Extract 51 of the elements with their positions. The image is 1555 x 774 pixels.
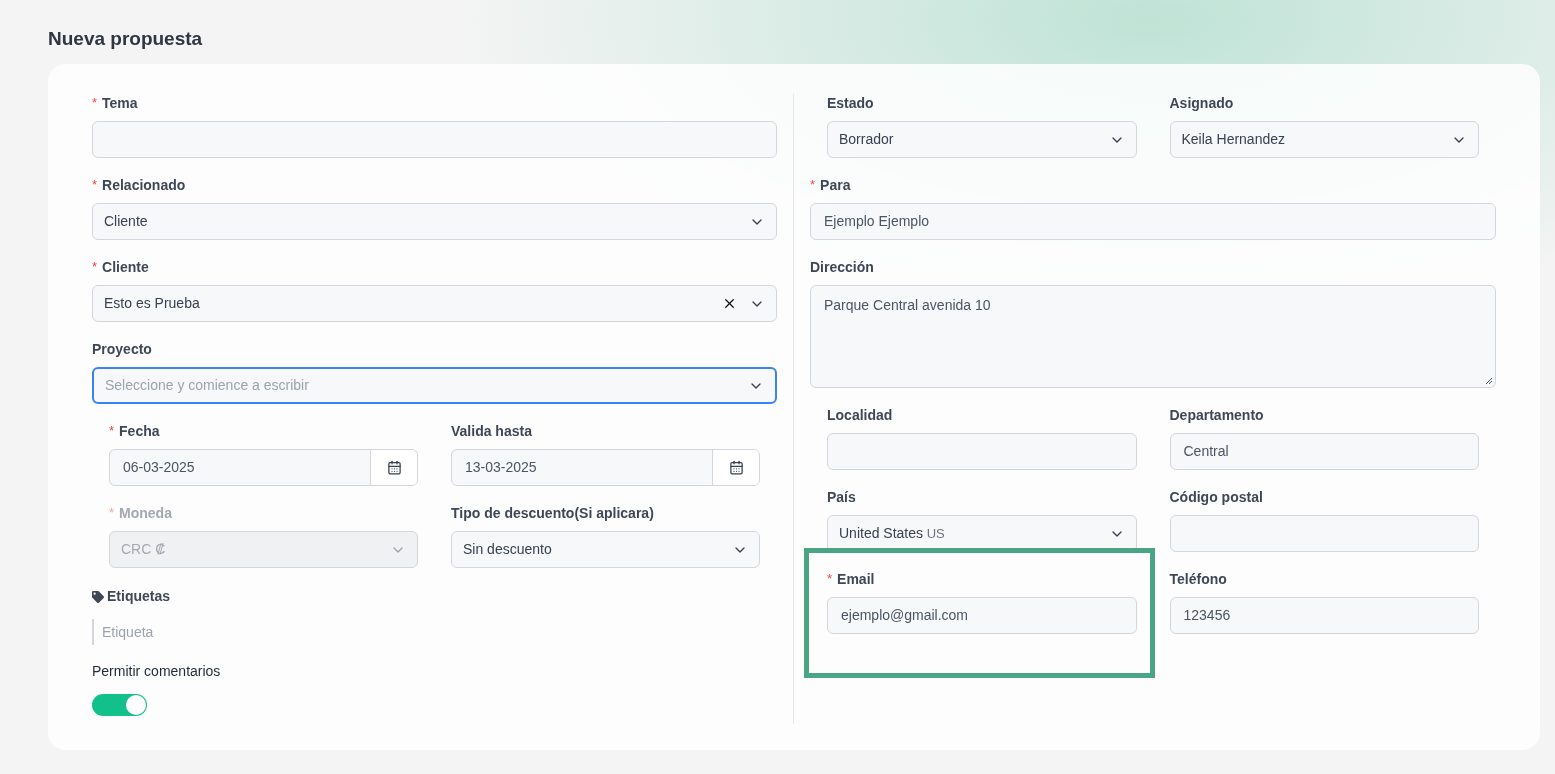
resize-handle-icon[interactable]	[1485, 377, 1493, 385]
field-label: Fecha	[119, 421, 160, 441]
select-dropdown[interactable]: Cliente	[92, 203, 777, 240]
required-asterisk: *	[92, 258, 98, 277]
select-dropdown[interactable]: Sin descuento	[451, 531, 760, 568]
calendar-button[interactable]	[370, 450, 417, 485]
text-input-field[interactable]	[827, 433, 1137, 470]
required-asterisk: *	[92, 94, 98, 113]
required-asterisk: *	[810, 176, 816, 195]
calendar-button[interactable]	[712, 450, 759, 485]
tag-icon	[92, 590, 104, 603]
toggle-switch[interactable]	[92, 694, 147, 716]
field-label: Dirección	[810, 257, 874, 277]
textarea-field[interactable]: Parque Central avenida 10	[810, 285, 1496, 388]
text-input-field[interactable]: ejemplo@gmail.com	[827, 597, 1137, 634]
field-label: Relacionado	[102, 175, 186, 195]
field-label: Estado	[827, 93, 874, 113]
calendar-icon	[386, 460, 402, 475]
required-asterisk: *	[827, 570, 833, 589]
text-input-field[interactable]: Central	[1169, 433, 1479, 470]
required-asterisk: *	[109, 504, 115, 523]
field-label: Moneda	[119, 503, 172, 523]
field-label: País	[827, 487, 856, 507]
text-input-field[interactable]	[1169, 515, 1479, 552]
field-label: Para	[820, 175, 851, 195]
required-asterisk: *	[92, 176, 98, 195]
field-label: Valida hasta	[451, 421, 532, 441]
date-input-field[interactable]: 06-03-2025	[109, 449, 418, 486]
select-dropdown[interactable]: Keila Hernandez	[1169, 121, 1479, 158]
text-input-field[interactable]	[92, 121, 777, 158]
text-input-field[interactable]: 123456	[1169, 597, 1479, 634]
field-label: Email	[837, 569, 875, 589]
field-label: Departamento	[1169, 405, 1264, 425]
field-label: Proyecto	[92, 339, 152, 359]
select-dropdown[interactable]: Esto es Prueba	[92, 285, 777, 322]
required-asterisk: *	[109, 422, 115, 441]
toggle-label: Permitir comentarios	[92, 662, 222, 681]
select-dropdown[interactable]: Borrador	[827, 121, 1137, 158]
tags-label: Etiquetas	[107, 587, 170, 606]
field-label: Localidad	[827, 405, 893, 425]
field-label: Tipo de descuento(Si aplicara)	[451, 503, 654, 523]
page-title: Nueva propuesta	[48, 27, 203, 51]
field-label: Cliente	[102, 257, 149, 277]
field-label: Teléfono	[1169, 569, 1227, 589]
field-label: Asignado	[1169, 93, 1234, 113]
field-label: Código postal	[1169, 487, 1263, 507]
calendar-icon	[728, 460, 744, 475]
clear-icon[interactable]	[722, 296, 737, 311]
text-input-field[interactable]: Ejemplo Ejemplo	[810, 203, 1496, 240]
field-label: Tema	[102, 93, 138, 113]
date-input-field[interactable]: 13-03-2025	[451, 449, 760, 486]
